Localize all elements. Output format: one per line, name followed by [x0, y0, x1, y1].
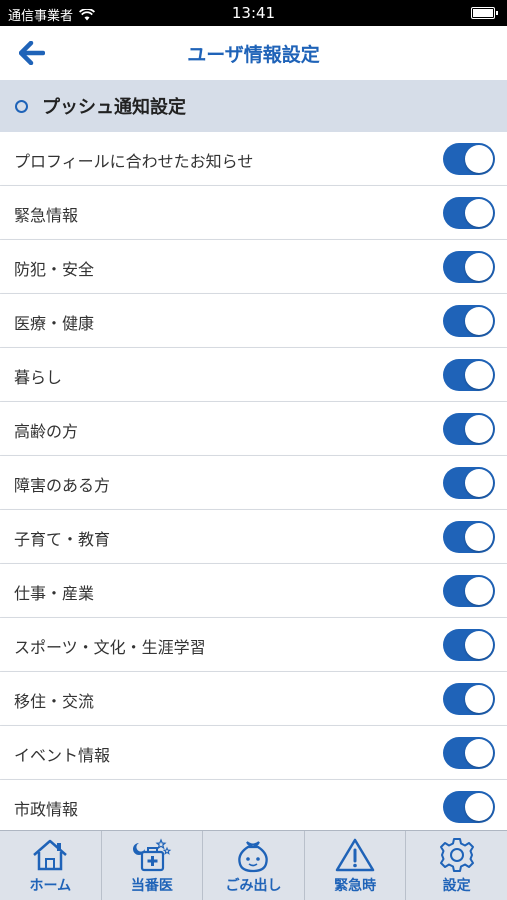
setting-toggle[interactable] [443, 305, 495, 337]
setting-label: イベント情報 [14, 746, 111, 765]
setting-label: 高齢の方 [14, 422, 79, 441]
setting-toggle[interactable] [443, 359, 495, 391]
setting-row: 医療・健康 [0, 294, 507, 348]
setting-row: イベント情報 [0, 726, 507, 780]
warning-icon [335, 838, 375, 872]
setting-toggle[interactable] [443, 467, 495, 499]
page-title: ユーザ情報設定 [187, 44, 320, 66]
setting-toggle[interactable] [443, 737, 495, 769]
trash-bag-icon [238, 841, 269, 873]
toggle-knob [465, 685, 493, 713]
setting-row: 障害のある方 [0, 456, 507, 510]
toggle-knob [465, 145, 493, 173]
tab-label: 緊急時 [334, 878, 377, 894]
setting-toggle[interactable] [443, 143, 495, 175]
setting-label: スポーツ・文化・生涯学習 [14, 638, 206, 657]
tab-label: 当番医 [130, 878, 173, 894]
section-title: プッシュ通知設定 [42, 97, 186, 118]
toggle-knob [465, 199, 493, 227]
setting-label: 移住・交流 [14, 692, 95, 711]
setting-row: スポーツ・文化・生涯学習 [0, 618, 507, 672]
setting-row: 高齢の方 [0, 402, 507, 456]
toggle-knob [465, 793, 493, 821]
setting-row: 仕事・産業 [0, 564, 507, 618]
tab-bar: ホーム 当番医 ごみ出し 緊急時 設定 [0, 830, 507, 900]
setting-row: 防犯・安全 [0, 240, 507, 294]
status-time: 13:41 [231, 4, 276, 22]
setting-label: 防犯・安全 [14, 260, 95, 279]
setting-label: プロフィールに合わせたお知らせ [14, 152, 254, 171]
setting-label: 市政情報 [14, 800, 79, 819]
setting-row: プロフィールに合わせたお知らせ [0, 132, 507, 186]
toggle-knob [465, 469, 493, 497]
tab-label: ホーム [29, 878, 72, 894]
setting-label: 暮らし [14, 368, 63, 387]
navigation-bar: ユーザ情報設定 [0, 26, 507, 80]
setting-toggle[interactable] [443, 683, 495, 715]
setting-label: 緊急情報 [14, 206, 79, 225]
toggle-knob [465, 631, 493, 659]
setting-label: 医療・健康 [14, 314, 95, 333]
setting-toggle[interactable] [443, 251, 495, 283]
setting-label: 仕事・産業 [14, 584, 95, 603]
setting-toggle[interactable] [443, 791, 495, 823]
setting-toggle[interactable] [443, 629, 495, 661]
tab-settings[interactable]: 設定 [406, 831, 507, 900]
section-header-push: プッシュ通知設定 [0, 80, 507, 132]
tab-label: ごみ出し [225, 878, 282, 894]
setting-toggle[interactable] [443, 413, 495, 445]
circle-bullet-icon [15, 99, 28, 113]
toggle-knob [465, 307, 493, 335]
setting-row: 市政情報 [0, 780, 507, 830]
settings-list[interactable]: プロフィールに合わせたお知らせ 緊急情報防犯・安全医療・健康暮らし高齢の方障害のあ… [0, 132, 507, 830]
setting-row: 子育て・教育 [0, 510, 507, 564]
home-icon [33, 839, 68, 871]
toggle-knob [465, 415, 493, 443]
tab-garbage[interactable]: ごみ出し [203, 831, 305, 900]
toggle-knob [465, 361, 493, 389]
tab-doctor[interactable]: 当番医 [102, 831, 204, 900]
setting-row: 緊急情報 [0, 186, 507, 240]
setting-toggle[interactable] [443, 521, 495, 553]
tab-home[interactable]: ホーム [0, 831, 102, 900]
battery-icon [471, 7, 498, 19]
tab-emergency[interactable]: 緊急時 [305, 831, 407, 900]
setting-label: 障害のある方 [14, 476, 111, 495]
gear-icon [439, 838, 474, 872]
toggle-knob [465, 739, 493, 767]
status-bar: 通信事業者 13:41 [0, 0, 507, 26]
setting-toggle[interactable] [443, 197, 495, 229]
tab-label: 設定 [442, 878, 471, 894]
setting-label: 子育て・教育 [14, 530, 111, 549]
toggle-knob [465, 253, 493, 281]
setting-row: 暮らし [0, 348, 507, 402]
setting-row: 移住・交流 [0, 672, 507, 726]
setting-toggle[interactable] [443, 575, 495, 607]
medical-bag-icon [132, 838, 172, 872]
toggle-knob [465, 523, 493, 551]
toggle-knob [465, 577, 493, 605]
